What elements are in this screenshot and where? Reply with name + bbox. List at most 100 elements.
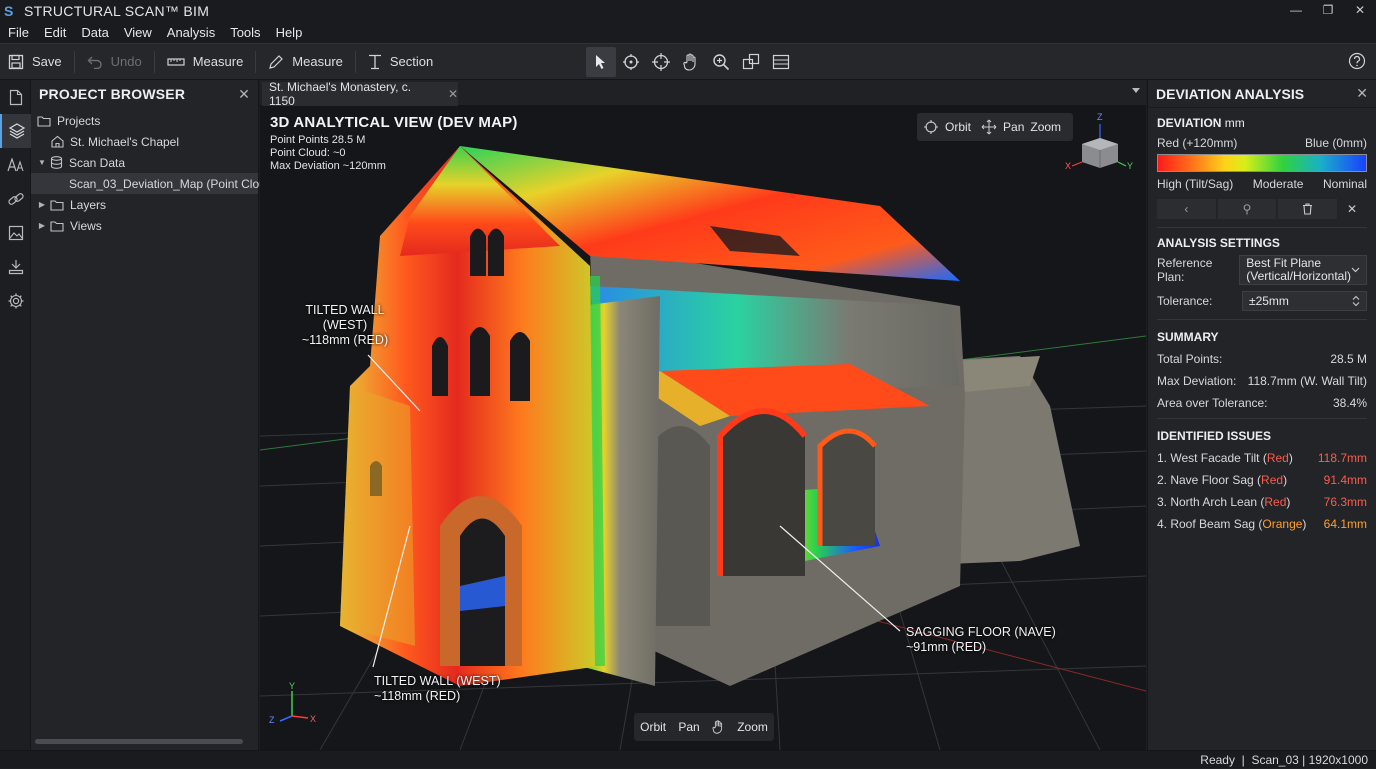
triad-z-label: Z	[269, 715, 275, 725]
deviation-title: DEVIATION mm	[1157, 116, 1367, 130]
help-button[interactable]	[1348, 52, 1366, 73]
image-icon	[8, 225, 23, 241]
scale-label-moderate: Moderate	[1252, 177, 1304, 191]
chevron-right-icon[interactable]: ▶	[37, 221, 47, 230]
menu-help[interactable]: Help	[276, 25, 303, 40]
issue-row[interactable]: 1. West Facade Tilt (Red) 118.7mm	[1157, 451, 1367, 465]
close-tab-icon[interactable]: ✕	[448, 87, 458, 101]
rail-annotations[interactable]	[0, 148, 31, 182]
issue-value: 76.3mm	[1323, 495, 1367, 509]
zoom-tool[interactable]	[706, 47, 736, 77]
cursor-icon	[596, 55, 605, 69]
maximize-button[interactable]: ❐	[1312, 0, 1344, 21]
issue-level: Red	[1261, 473, 1284, 487]
target-tool[interactable]	[646, 47, 676, 77]
tab-dropdown-icon[interactable]	[1132, 88, 1140, 93]
rail-links[interactable]	[0, 182, 31, 216]
axis-y-label: Y	[1127, 161, 1134, 171]
view-cube[interactable]	[1071, 124, 1127, 168]
section-divider	[1157, 319, 1367, 320]
tree-item-chapel[interactable]: St. Michael's Chapel	[31, 131, 258, 152]
trash-icon	[1303, 203, 1313, 215]
menu-view[interactable]: View	[124, 25, 152, 40]
section-button[interactable]: Section	[360, 47, 441, 77]
scale-adjust-button[interactable]: ⚲	[1217, 199, 1277, 219]
menu-data[interactable]: Data	[81, 25, 108, 40]
measure-label: Measure	[192, 54, 244, 69]
tree-item-views[interactable]: ▶ Views	[31, 215, 258, 236]
issue-level: Orange	[1262, 517, 1303, 531]
tab-monastery[interactable]: St. Michael's Monastery, c. 1150 ✕	[262, 80, 458, 108]
reference-plan-select[interactable]: Best Fit Plane (Vertical/Horizontal)	[1239, 255, 1367, 285]
scale-back-button[interactable]: ‹	[1157, 199, 1216, 219]
save-icon	[8, 54, 24, 69]
summary-value: 28.5 M	[1330, 352, 1367, 366]
undo-label: Undo	[110, 54, 142, 69]
chevron-down-icon[interactable]: ▼	[37, 158, 47, 167]
menu-tools[interactable]: Tools	[230, 25, 260, 40]
tree-item-layers[interactable]: ▶ Layers	[31, 194, 258, 215]
minimize-button[interactable]: —	[1280, 0, 1312, 21]
scale-close-button[interactable]: ✕	[1339, 199, 1365, 219]
rail-files[interactable]	[0, 80, 31, 114]
viewport-info-line: Point Points 28.5 M	[270, 134, 366, 146]
scale-label-high: High (Tilt/Sag)	[1157, 177, 1234, 191]
orbit-tool[interactable]	[616, 47, 646, 77]
measure-pencil-button[interactable]: Measure	[260, 47, 351, 77]
scale-delete-button[interactable]	[1278, 199, 1338, 219]
orbit-icon	[623, 54, 639, 70]
zoom-button[interactable]: Zoom	[1030, 120, 1061, 134]
bottom-pan-button[interactable]: Pan	[678, 720, 699, 734]
horizontal-scrollbar[interactable]	[35, 739, 243, 744]
menu-edit[interactable]: Edit	[44, 25, 66, 40]
section-box-tool[interactable]	[766, 47, 796, 77]
views-tool[interactable]	[736, 47, 766, 77]
zoom-icon	[713, 54, 730, 71]
deviation-panel-header: DEVIATION ANALYSIS ✕	[1148, 80, 1376, 108]
close-project-browser-button[interactable]: ✕	[238, 86, 250, 103]
select-tool[interactable]	[586, 47, 616, 77]
pan-button[interactable]: Pan	[1003, 120, 1024, 134]
tree-item-projects[interactable]: Projects	[31, 110, 258, 131]
tree-item-scan-data[interactable]: ▼ Scan Data	[31, 152, 258, 173]
viewport-info-line: Point Cloud: ~0	[270, 147, 346, 159]
chevron-right-icon[interactable]: ▶	[37, 200, 47, 209]
rail-images[interactable]	[0, 216, 31, 250]
tolerance-stepper[interactable]: ±25mm	[1242, 291, 1367, 311]
3d-viewport[interactable]: 3D ANALYTICAL VIEW (DEV MAP) Point Point…	[260, 106, 1146, 750]
save-button[interactable]: Save	[0, 47, 70, 77]
issue-row[interactable]: 2. Nave Floor Sag (Red) 91.4mm	[1157, 473, 1367, 487]
issue-row[interactable]: 4. Roof Beam Sag (Orange) 64.1mm	[1157, 517, 1367, 531]
tree-item-point-cloud[interactable]: Scan_03_Deviation_Map (Point Cloud)	[31, 173, 276, 194]
rail-layers[interactable]	[0, 114, 31, 148]
close-deviation-panel-button[interactable]: ✕	[1356, 85, 1368, 102]
menu-file[interactable]: File	[8, 25, 29, 40]
rail-settings[interactable]	[0, 284, 31, 318]
stepper-arrows-icon[interactable]	[1352, 295, 1360, 307]
measure-button[interactable]: Measure	[159, 47, 252, 77]
scale-endpoints: Red (+120mm) Blue (0mm)	[1157, 136, 1367, 150]
issue-row[interactable]: 3. North Arch Lean (Red) 76.3mm	[1157, 495, 1367, 509]
pan-tool[interactable]	[676, 47, 706, 77]
section-divider	[1157, 227, 1367, 228]
orbit-button[interactable]: Orbit	[945, 120, 971, 134]
orbit-icon	[924, 120, 938, 134]
deviation-unit: mm	[1224, 116, 1245, 130]
rail-survey[interactable]	[0, 250, 31, 284]
help-icon	[1348, 52, 1366, 70]
callout-line: SAGGING FLOOR (NAVE)	[906, 625, 1056, 639]
toolbar-divider	[153, 50, 155, 73]
bottom-orbit-button[interactable]: Orbit	[640, 720, 666, 734]
summary-label: Max Deviation:	[1157, 374, 1237, 388]
tolerance-row: Tolerance: ±25mm	[1157, 291, 1367, 311]
bottom-zoom-button[interactable]: Zoom	[737, 720, 768, 734]
sliders-icon: ⚲	[1242, 202, 1252, 216]
undo-button[interactable]: Undo	[79, 47, 150, 77]
ruler-icon	[167, 57, 185, 66]
bottom-nav-controls: Orbit Pan Zoom	[634, 713, 774, 741]
menu-bar: File Edit Data View Analysis Tools Help	[0, 21, 1376, 43]
callout-tilted-wall-upper: TILTED WALL (WEST) ~118mm (RED)	[280, 303, 410, 348]
viewport-info-line: Max Deviation ~120mm	[270, 160, 386, 172]
menu-analysis[interactable]: Analysis	[167, 25, 215, 40]
close-window-button[interactable]: ✕	[1344, 0, 1376, 21]
